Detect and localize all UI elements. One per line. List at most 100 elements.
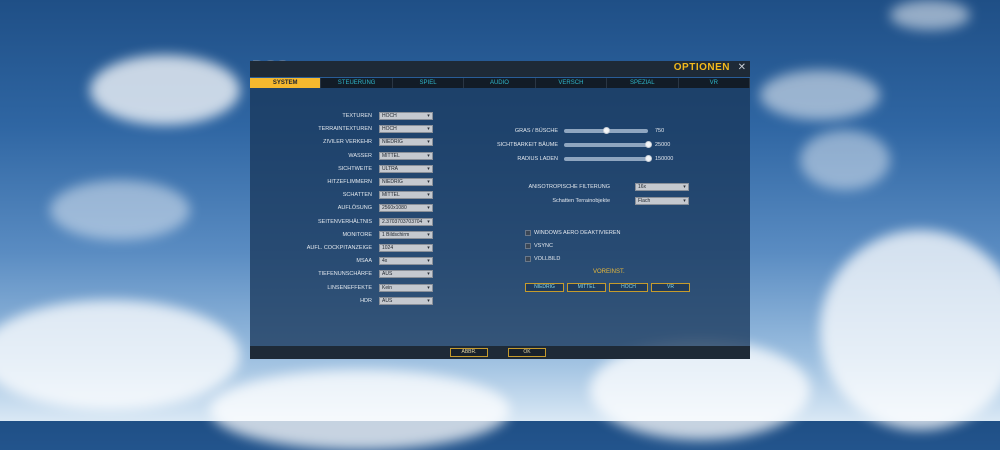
- chevron-down-icon: ▾: [427, 126, 430, 133]
- setting-dropdown[interactable]: 4x ▾: [379, 257, 433, 266]
- checkbox[interactable]: [525, 256, 531, 262]
- tab-steuerung[interactable]: STEUERUNG: [321, 78, 393, 88]
- dropdown-value: ULTRA: [382, 165, 399, 172]
- slider-track[interactable]: [564, 141, 652, 148]
- setting-label: WASSER: [348, 152, 372, 159]
- setting-dropdown[interactable]: 2560x1080 ▾: [379, 204, 433, 213]
- chevron-down-icon: ▾: [427, 284, 430, 291]
- setting-dropdown[interactable]: 1024 ▾: [379, 244, 433, 252]
- bottom-bar: ABBR. OK: [250, 346, 750, 359]
- tab-vr[interactable]: VR: [678, 78, 750, 88]
- slider-handle[interactable]: [644, 141, 652, 148]
- setting-dropdown[interactable]: 2.3703703703704 ▾: [379, 217, 433, 226]
- dropdown-value: Flach: [638, 197, 651, 204]
- dropdown-value: MITTEL: [382, 152, 400, 159]
- dropdown-value: AUS: [382, 271, 393, 278]
- setting-dropdown[interactable]: MITTEL ▾: [379, 191, 433, 200]
- slider-value: 25000: [655, 142, 671, 148]
- tab-bar: SYSTEM STEUERUNG SPIEL AUDIO VERSCH SPEZIAL VR: [250, 78, 750, 88]
- cloud: [890, 0, 970, 30]
- dropdown-value: 2560x1080: [382, 205, 407, 212]
- setting-dropdown[interactable]: ULTRA ▾: [379, 164, 433, 173]
- dropdown-value: HOCH: [382, 126, 397, 133]
- chevron-down-icon: ▾: [427, 113, 430, 119]
- setting-dropdown[interactable]: NIEDRIG ▾: [379, 138, 433, 147]
- dropdown-value: AUS: [382, 297, 393, 304]
- setting-label: TIEFENUNSCHÄRFE: [318, 271, 372, 278]
- setting-label: TERRAINTEXTUREN: [318, 126, 372, 133]
- presets-title: VOREINST.: [593, 269, 625, 275]
- setting-label: TEXTUREN: [342, 113, 372, 119]
- checkbox-label: WINDOWS AERO DEAKTIVIEREN: [534, 230, 621, 236]
- dropdown-value: 1024: [382, 245, 394, 251]
- setting-dropdown[interactable]: MITTEL ▾: [379, 151, 433, 160]
- dropdown-value: 16x: [638, 184, 647, 190]
- close-icon[interactable]: ✕: [738, 62, 746, 73]
- tab-system[interactable]: SYSTEM: [250, 78, 322, 88]
- setting-dropdown[interactable]: HOCH ▾: [379, 112, 433, 120]
- setting-dropdown[interactable]: NIEDRIG ▾: [379, 178, 433, 186]
- preset-vr-button[interactable]: VR: [651, 283, 690, 292]
- chevron-down-icon: ▾: [427, 165, 430, 172]
- checkbox[interactable]: [525, 230, 531, 236]
- setting-label: AUFL. COCKPITANZEIGE: [306, 245, 372, 251]
- setting-label: HDR: [360, 297, 372, 304]
- slider-track[interactable]: [564, 155, 652, 162]
- dropdown-value: NIEDRIG: [382, 179, 403, 185]
- preset-niedrig-button[interactable]: NIEDRIG: [525, 283, 564, 292]
- setting-label: SEITENVERHÄLTNIS: [318, 218, 372, 225]
- slider-label: GRAS / BÜSCHE: [514, 128, 558, 134]
- setting-label: SICHTWEITE: [338, 165, 372, 172]
- chevron-down-icon: ▾: [427, 297, 430, 304]
- tab-audio[interactable]: AUDIO: [464, 78, 536, 88]
- dropdown-value: 1 Bildschirm: [382, 231, 410, 238]
- slider-value: 750: [655, 128, 665, 134]
- setting-label: SCHATTEN: [342, 192, 372, 199]
- tab-versch[interactable]: VERSCH: [535, 78, 608, 88]
- dropdown-value: Kein: [382, 284, 393, 291]
- chevron-down-icon: ▾: [683, 184, 686, 190]
- chevron-down-icon: ▾: [427, 152, 430, 159]
- cloud: [800, 130, 890, 190]
- options-window: OPTIONEN ✕ SYSTEM STEUERUNG SPIEL AUDIO VERS…: [250, 61, 750, 359]
- dropdown-value: MITTEL: [382, 192, 400, 199]
- setting-dropdown[interactable]: 1 Bildschirm ▾: [379, 230, 433, 239]
- dropdown-value: HOCH: [382, 113, 397, 119]
- preset-hoch-button[interactable]: HOCH: [609, 283, 648, 292]
- slider-track[interactable]: [564, 127, 648, 134]
- tab-spiel[interactable]: SPIEL: [392, 78, 465, 88]
- cloud: [210, 370, 510, 450]
- dropdown-value: NIEDRIG: [382, 139, 403, 146]
- cloud: [820, 230, 1000, 430]
- setting-label: ZIVILER VERKEHR: [323, 139, 372, 146]
- slider-handle[interactable]: [602, 127, 610, 134]
- chevron-down-icon: ▾: [427, 179, 430, 185]
- setting-dropdown[interactable]: AUS ▾: [379, 296, 433, 305]
- checkbox[interactable]: [525, 243, 531, 249]
- slider-handle[interactable]: [644, 155, 652, 162]
- chevron-down-icon: ▾: [427, 231, 430, 238]
- slider-label: SICHTBARKEIT BÄUME: [496, 142, 558, 148]
- setting-dropdown[interactable]: HOCH ▾: [379, 125, 433, 134]
- chevron-down-icon: ▾: [427, 139, 430, 146]
- checkbox-label: VOLLBILD: [534, 256, 561, 262]
- ok-button[interactable]: OK: [508, 348, 546, 357]
- setting-dropdown[interactable]: 16x ▾: [635, 183, 689, 191]
- setting-label: Schatten Terrainobjekte: [552, 197, 610, 204]
- setting-label: ANISOTROPISCHE FILTERUNG: [528, 184, 611, 190]
- chevron-down-icon: ▾: [427, 205, 430, 212]
- window-title: OPTIONEN: [673, 62, 730, 73]
- setting-dropdown[interactable]: Kein ▾: [379, 283, 433, 292]
- system-settings-panel: VOREINST. TEXTUREN HOCH ▾ TERRAINTEXTUREN HO…: [250, 88, 750, 346]
- cloud: [50, 180, 190, 240]
- chevron-down-icon: ▾: [427, 218, 430, 225]
- setting-dropdown[interactable]: Flach ▾: [635, 196, 689, 205]
- cancel-button[interactable]: ABBR.: [450, 348, 488, 357]
- dropdown-value: 2.3703703703704: [382, 218, 423, 225]
- tab-spezial[interactable]: SPEZIAL: [607, 78, 679, 88]
- preset-mittel-button[interactable]: MITTEL: [567, 283, 606, 292]
- chevron-down-icon: ▾: [427, 271, 430, 278]
- setting-label: MSAA: [356, 258, 372, 265]
- cloud: [0, 300, 240, 410]
- setting-dropdown[interactable]: AUS ▾: [379, 270, 433, 279]
